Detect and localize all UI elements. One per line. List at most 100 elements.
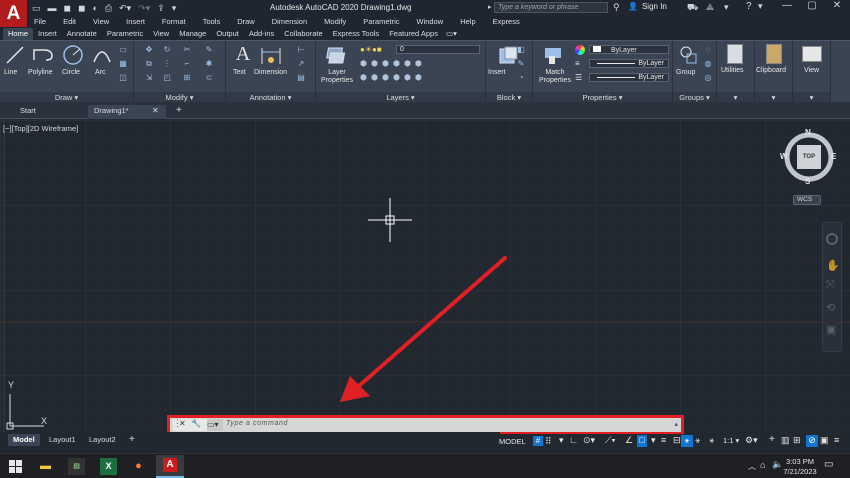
table-icon[interactable]: ▤	[296, 73, 306, 82]
viewport-controls-label[interactable]: [−][Top][2D Wireframe]	[3, 124, 78, 133]
showmotion-icon[interactable]: ▣	[826, 323, 836, 336]
save-as-icon[interactable]: ◼	[78, 3, 85, 14]
arc-tool[interactable]: Arc	[95, 69, 106, 77]
network-icon[interactable]: ⌂	[760, 460, 765, 470]
menu-insert[interactable]: Insert	[126, 17, 145, 26]
tab-manage[interactable]: Manage	[174, 28, 211, 40]
array-icon[interactable]: ⊞	[182, 73, 192, 82]
tab-layout1[interactable]: Layout1	[44, 434, 81, 446]
stretch-icon[interactable]: ⇲	[144, 73, 154, 82]
trim-icon[interactable]: ✂	[182, 45, 192, 54]
viewcube[interactable]: TOP N S W E	[778, 128, 840, 190]
tab-drawing1[interactable]: Drawing1* ✕	[88, 105, 166, 119]
excel-icon[interactable]: X	[100, 458, 117, 475]
recent-commands-icon[interactable]: ▭▾	[207, 419, 223, 431]
cart-icon[interactable]: ⛟	[687, 2, 698, 14]
application-menu-logo[interactable]: A	[0, 0, 27, 27]
open-icon[interactable]: ▬	[48, 3, 57, 13]
compass-south[interactable]: S	[805, 177, 810, 186]
annotation-visibility-icon[interactable]: ⚹	[681, 435, 693, 447]
linear-dimension-icon[interactable]: ⊢	[296, 45, 306, 54]
navigation-bar[interactable]: ✋ ⤧ ⟲ ▣	[822, 222, 842, 352]
tab-featured-apps[interactable]: Featured Apps	[384, 28, 443, 40]
undo-icon[interactable]: ↶▾	[119, 3, 131, 14]
arc-icon[interactable]	[92, 46, 112, 64]
group-icon[interactable]	[679, 45, 699, 65]
explode-icon[interactable]: ✱	[204, 59, 214, 68]
dimension-tool[interactable]: Dimension	[254, 69, 287, 77]
save-icon[interactable]: ◼	[64, 3, 71, 14]
fillet-icon[interactable]: ⌐	[182, 59, 192, 68]
color-wheel-icon[interactable]	[575, 45, 585, 55]
ortho-icon[interactable]: ∟	[569, 435, 578, 445]
notifications-icon[interactable]: ▭	[824, 459, 833, 470]
minimize-icon[interactable]: —	[778, 0, 796, 14]
plus-icon[interactable]: +	[769, 434, 775, 445]
redo-icon[interactable]: ↷▾	[138, 3, 150, 14]
menu-parametric[interactable]: Parametric	[363, 17, 399, 26]
tab-insert[interactable]: Insert	[33, 28, 62, 40]
offset-icon[interactable]: ⊂	[204, 73, 214, 82]
autocad-taskbar-icon[interactable]: A	[156, 455, 184, 478]
tab-collaborate[interactable]: Collaborate	[279, 28, 327, 40]
steering-wheel-icon[interactable]	[826, 233, 838, 245]
mirror-icon[interactable]: ⋮	[162, 59, 172, 68]
system-tray-chevron-icon[interactable]: ︿	[748, 461, 756, 472]
windows-start-icon[interactable]	[9, 460, 22, 473]
clock-date[interactable]: 7/21/2023	[782, 467, 818, 476]
scale-icon[interactable]: ◰	[162, 73, 172, 82]
annotation-autoscale-icon[interactable]: ⚹	[709, 435, 714, 446]
dimension-icon[interactable]	[260, 46, 282, 66]
menu-modify[interactable]: Modify	[324, 17, 346, 26]
clock-time[interactable]: 3:03 PM	[784, 457, 816, 466]
group-edit-icon[interactable]: ◍	[703, 59, 713, 68]
annotation-scale-dropdown[interactable]: 1:1 ▾	[723, 436, 739, 445]
quick-properties-icon[interactable]: ⊞	[793, 435, 801, 446]
lineweight-display-icon[interactable]: ≡	[661, 435, 666, 445]
status-customize-icon[interactable]: ⊟	[673, 435, 681, 446]
menu-file[interactable]: File	[34, 17, 46, 26]
tab-add-ins[interactable]: Add-ins	[244, 28, 279, 40]
object-snap-menu-icon[interactable]: ▾	[651, 435, 656, 446]
tab-parametric[interactable]: Parametric	[102, 28, 148, 40]
match-properties-tool[interactable]: Match Properties	[537, 69, 573, 85]
search-expand-icon[interactable]: ▸	[488, 3, 492, 11]
web-mobile-icon[interactable]: ◐	[92, 3, 97, 13]
tab-start[interactable]: Start	[14, 105, 84, 119]
tab-express-tools[interactable]: Express Tools	[328, 28, 385, 40]
share-icon[interactable]: ⇪	[157, 3, 165, 14]
snap-menu-icon[interactable]: ▾	[559, 435, 564, 446]
tab-layout2[interactable]: Layout2	[84, 434, 121, 446]
compass-west[interactable]: W	[780, 152, 788, 161]
viewcube-top-face[interactable]: TOP	[797, 145, 821, 169]
leader-icon[interactable]: ↗	[296, 59, 306, 68]
ungroup-icon[interactable]: ◌	[703, 45, 713, 54]
wcs-menu[interactable]: WCS	[793, 195, 821, 205]
menu-format[interactable]: Format	[162, 17, 186, 26]
plot-icon[interactable]: ⎙	[105, 3, 112, 14]
layer-tools-row-2[interactable]: ⬢⬢⬢⬢⬢⬢	[360, 73, 426, 82]
menu-tools[interactable]: Tools	[203, 17, 221, 26]
command-history-icon[interactable]: ▴	[674, 420, 678, 428]
rotate-icon[interactable]: ↻	[162, 45, 172, 54]
rectangle-icon[interactable]: ▭	[118, 45, 128, 54]
match-properties-icon[interactable]	[543, 45, 565, 65]
command-input[interactable]: Type a command	[226, 420, 288, 427]
compass-north[interactable]: N	[805, 128, 811, 137]
user-menu-icon[interactable]: ▾	[724, 2, 729, 13]
snap-icon[interactable]: ⠿	[545, 436, 555, 446]
layer-tools-row-1[interactable]: ⬢⬢⬢⬢⬢⬢	[360, 59, 426, 68]
firefox-icon[interactable]: ●	[130, 458, 147, 475]
erase-icon[interactable]: ✎	[204, 45, 214, 54]
linetype-icon[interactable]: ≡	[575, 59, 580, 68]
polyline-tool[interactable]: Polyline	[28, 69, 53, 77]
lineweight-dropdown[interactable]: ByLayer	[589, 73, 669, 82]
text-icon[interactable]: A	[231, 43, 255, 66]
group-tool[interactable]: Group	[676, 69, 695, 77]
object-snap-icon[interactable]: □	[637, 435, 647, 447]
help-menu-icon[interactable]: ▾	[758, 1, 763, 12]
polar-icon[interactable]: ⊙▾	[583, 435, 595, 446]
copy-icon[interactable]: ⧉	[144, 59, 154, 68]
block-attribute-icon[interactable]: ◔	[516, 73, 526, 82]
linetype-dropdown[interactable]: ByLayer	[589, 59, 669, 68]
